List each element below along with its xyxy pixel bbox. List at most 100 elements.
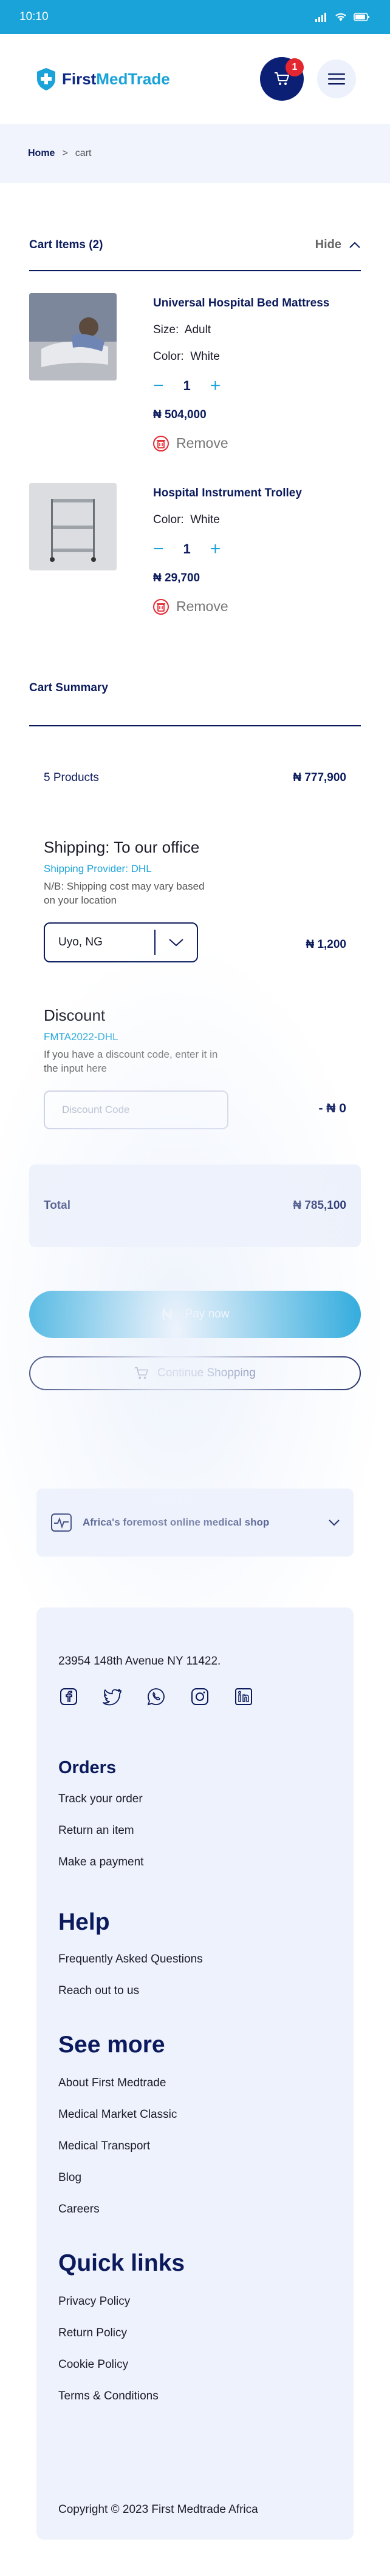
breadcrumb-separator: > [62,148,68,158]
continue-shopping-button[interactable]: Continue Shopping [29,1356,361,1390]
quantity-stepper: − 1 + [153,377,329,395]
footer-help-title: Help [58,1908,110,1935]
color-label: Color: [153,513,184,526]
decrease-quantity-button[interactable]: − [153,540,164,558]
discount-code-applied: FMTA2022-DHL [44,1030,118,1043]
footer-link-faq[interactable]: Frequently Asked Questions [58,1953,332,1966]
footer-link-return-item[interactable]: Return an item [58,1824,332,1837]
status-icons [315,12,371,22]
item-color: Color: White [153,513,302,527]
remove-label: Remove [176,598,228,614]
site-footer: 23954 148th Avenue NY 11422. Orders Trac… [36,1607,354,2540]
increase-quantity-button[interactable]: + [210,540,221,558]
continue-shopping-label: Continue Shopping [157,1366,256,1379]
color-label: Color: [153,350,184,363]
cart-icon [275,72,289,85]
item-size: Size: Adult [153,323,329,337]
footer-link-cookie[interactable]: Cookie Policy [58,2358,332,2371]
discount-section: Discount FMTA2022-DHL If you have a disc… [29,1006,361,1129]
main-content: Cart Items (2) Hide Universal Hospital B… [0,238,390,2540]
footer-link-track-order[interactable]: Track your order [58,1793,332,1806]
products-row: 5 Products ₦ 777,900 [29,771,361,785]
remove-label: Remove [176,435,228,451]
cart-item: Hospital Instrument Trolley Color: White… [29,451,361,615]
instagram-icon[interactable] [190,1686,210,1707]
footer-link-blog[interactable]: Blog [58,2171,332,2185]
trash-icon [153,435,169,451]
total-label: Total [44,1198,70,1212]
hide-toggle[interactable]: Hide [315,238,361,252]
total-amount: ₦ 785,100 [293,1198,346,1212]
size-value: Adult [184,323,211,336]
chevron-down-icon [329,1520,340,1526]
product-image-mattress[interactable] [29,293,117,380]
shipping-location-select[interactable]: Uyo, NG [44,922,198,962]
color-value: White [190,513,220,526]
footer-link-market-classic[interactable]: Medical Market Classic [58,2108,332,2121]
brand-logo[interactable]: First MedTrade [35,67,170,91]
heartbeat-icon [51,1513,72,1532]
chevron-down-icon [169,939,183,947]
breadcrumb-home[interactable]: Home [28,148,55,159]
cart-item: Universal Hospital Bed Mattress Size: Ad… [29,271,361,451]
logo-first-text: First [62,69,97,88]
item-color: Color: White [153,350,329,363]
products-amount: ₦ 777,900 [293,771,346,784]
chevron-up-icon [349,242,360,248]
menu-button[interactable] [317,59,356,98]
quantity-value: 1 [183,378,191,393]
pay-now-label: Pay now [185,1307,230,1320]
shipping-note: N/B: Shipping cost may vary based on you… [44,881,205,906]
facebook-icon[interactable] [58,1686,79,1707]
footer-copyright: Copyright © 2023 First Medtrade Africa [58,2503,258,2516]
shipping-location-value: Uyo, NG [58,935,103,948]
signal-icon [315,13,326,22]
naira-icon [161,1308,173,1320]
cart-count-badge: 1 [286,58,304,76]
shipping-provider: Shipping Provider: DHL [44,863,152,874]
mattress-photo-icon [29,293,117,380]
color-value: White [190,350,220,363]
wifi-icon [335,13,346,21]
footer-orders-title: Orders [58,1757,117,1777]
footer-link-medical-transport[interactable]: Medical Transport [58,2140,332,2153]
trash-icon [153,598,169,615]
status-time: 10:10 [19,10,49,23]
cart-button[interactable]: 1 [260,57,304,101]
shipping-heading: Shipping: To our office [44,838,200,856]
increase-quantity-button[interactable]: + [210,377,221,395]
footer-link-make-payment[interactable]: Make a payment [58,1856,332,1869]
linkedin-icon[interactable] [233,1686,254,1707]
remove-item-button[interactable]: Remove [153,435,329,451]
footer-link-privacy[interactable]: Privacy Policy [58,2295,332,2308]
footer-link-reach-out[interactable]: Reach out to us [58,1984,332,1998]
discount-code-input[interactable] [44,1090,228,1129]
twitter-icon[interactable] [102,1686,123,1707]
remove-item-button[interactable]: Remove [153,598,302,615]
discount-amount: - ₦ 0 [318,1101,346,1115]
hamburger-icon [328,73,345,85]
footer-link-return-policy[interactable]: Return Policy [58,2327,332,2340]
item-name[interactable]: Universal Hospital Bed Mattress [153,297,329,310]
tagline-text: Africa's foremost online medical shop [83,1516,270,1528]
logo-medtrade-text: MedTrade [96,69,170,88]
trolley-photo-icon [29,483,117,570]
footer-link-careers[interactable]: Careers [58,2203,332,2216]
product-image-trolley[interactable] [29,483,117,570]
whatsapp-icon[interactable] [146,1686,166,1707]
pay-now-button[interactable]: Pay now [29,1290,361,1338]
footer-link-terms[interactable]: Terms & Conditions [58,2390,332,2403]
footer-link-about[interactable]: About First Medtrade [58,2077,332,2090]
shipping-amount: ₦ 1,200 [306,938,346,951]
status-bar: 10:10 [0,0,390,34]
tagline-accordion[interactable]: Africa's foremost online medical shop [36,1488,354,1557]
breadcrumb-current: cart [75,148,92,158]
item-price: ₦ 29,700 [153,572,200,584]
cart-summary-title: Cart Summary [29,681,361,726]
social-links [58,1686,332,1707]
decrease-quantity-button[interactable]: − [153,377,164,395]
shipping-section: Shipping: To our office Shipping Provide… [29,838,361,962]
item-name[interactable]: Hospital Instrument Trolley [153,487,302,500]
breadcrumb: Home > cart [0,124,390,183]
footer-quick-links-title: Quick links [58,2250,185,2276]
